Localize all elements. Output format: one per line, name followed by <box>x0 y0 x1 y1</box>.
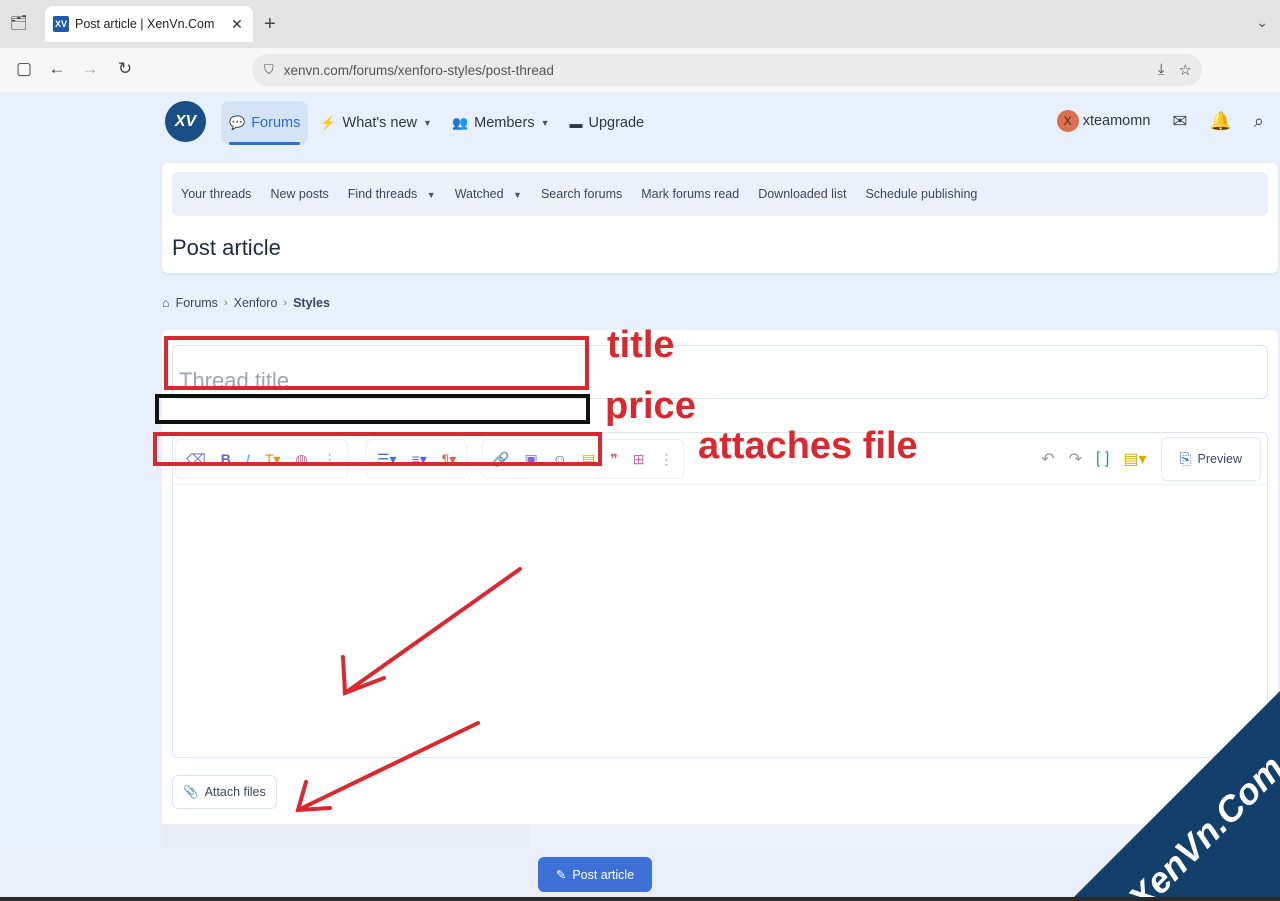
nav-forums[interactable]: 💬 Forums <box>221 101 309 145</box>
preview-button[interactable]: ⎘ Preview <box>1160 437 1261 481</box>
preview-icon: ⎘ <box>1179 450 1192 468</box>
breadcrumb: ⌂ Forums › Xenforo › Styles <box>162 296 330 310</box>
attach-files-button[interactable]: 📎 Attach files <box>172 775 277 809</box>
nav-forums-label: Forums <box>251 115 301 131</box>
quote-icon[interactable]: ❞ <box>610 451 618 468</box>
subnav-find-threads[interactable]: Find threads ▼ <box>348 187 436 201</box>
nav-upgrade-label: Upgrade <box>588 115 645 131</box>
edit-icon: ✎ <box>555 868 567 882</box>
split-view-icon[interactable]: ▢ <box>14 59 34 79</box>
chevron-down-icon[interactable]: ▼ <box>427 190 436 200</box>
annotation-attach-label: attaches file <box>698 425 918 467</box>
bell-icon[interactable]: 🔔 <box>1209 111 1231 132</box>
address-bar[interactable]: ⛉ xenvn.com/forums/xenforo-styles/post-t… <box>252 54 1202 86</box>
annotation-title-box <box>164 336 589 390</box>
subnav-find-threads-label: Find threads <box>347 187 418 201</box>
tab-title: Post article | XenVn.Com <box>75 17 215 31</box>
subnav-new-posts[interactable]: New posts <box>270 187 328 201</box>
table-icon[interactable]: ⊞ <box>633 451 645 468</box>
subnav-schedule[interactable]: Schedule publishing <box>865 187 977 201</box>
lightning-icon: ⚡ <box>320 115 337 130</box>
url-text: xenvn.com/forums/xenforo-styles/post-thr… <box>283 62 554 78</box>
editor-right-tools: ↶ ↷ [ ] ▤▾ ⎘ Preview <box>1041 437 1261 481</box>
chevron-right-icon: › <box>223 297 228 309</box>
user-area: X xteamomn ✉ 🔔 ⌕ <box>1056 110 1264 132</box>
home-icon[interactable]: ⌂ <box>162 296 170 310</box>
preview-label: Preview <box>1197 452 1242 466</box>
close-icon[interactable]: ✕ <box>229 16 245 33</box>
subnav-watched[interactable]: Watched ▼ <box>455 187 522 201</box>
post-article-label: Post article <box>572 867 635 882</box>
nav-members[interactable]: 👥 Members ▼ <box>444 101 558 145</box>
drafts-icon[interactable]: ▤▾ <box>1123 449 1146 469</box>
download-icon[interactable]: ⤓ <box>1158 61 1165 79</box>
more-icon[interactable]: ⋮ <box>659 451 673 468</box>
chevron-down-icon[interactable]: ⌄ <box>1256 14 1268 31</box>
browser-tab[interactable]: XV Post article | XenVn.Com ✕ <box>45 6 253 42</box>
redo-icon[interactable]: ↷ <box>1069 449 1082 469</box>
annotation-title-label: title <box>607 324 675 366</box>
bookmark-star-icon[interactable]: ☆ <box>1179 61 1192 79</box>
attach-files-label: Attach files <box>204 785 266 799</box>
subnav-your-threads[interactable]: Your threads <box>181 187 251 201</box>
inbox-icon[interactable]: ✉ <box>1172 111 1187 132</box>
forums-icon: 💬 <box>229 115 246 130</box>
annotation-price-box <box>155 394 590 424</box>
annotation-price-label: price <box>605 385 696 427</box>
chevron-down-icon[interactable]: ▼ <box>513 190 522 200</box>
back-icon[interactable]: ← <box>47 59 67 79</box>
subnav: Your threads New posts Find threads ▼ Wa… <box>172 172 1268 216</box>
browser-tab-bar: 🗂 XV Post article | XenVn.Com ✕ + ⌄ <box>0 0 1280 48</box>
subnav-downloaded[interactable]: Downloaded list <box>758 187 846 201</box>
breadcrumb-styles[interactable]: Styles <box>293 296 330 310</box>
annotation-attach-box <box>153 432 602 466</box>
nav-members-label: Members <box>474 115 535 131</box>
user-menu[interactable]: X xteamomn <box>1056 110 1151 132</box>
forward-icon[interactable]: → <box>80 59 100 79</box>
subnav-watched-label: Watched <box>454 187 504 201</box>
search-icon[interactable]: ⌕ <box>1254 111 1264 132</box>
chevron-down-icon[interactable]: ▼ <box>423 118 432 128</box>
post-article-button[interactable]: ✎ Post article <box>538 857 652 892</box>
members-icon: 👥 <box>451 115 469 130</box>
browser-toolbar: ▢ ← → ↻ ⛉ xenvn.com/forums/xenforo-style… <box>0 48 1280 92</box>
chevron-down-icon[interactable]: ▼ <box>541 118 550 128</box>
subnav-search-forums[interactable]: Search forums <box>541 187 622 201</box>
page-title: Post article <box>172 235 281 260</box>
avatar: X <box>1056 110 1079 132</box>
tab-list-icon[interactable]: 🗂 <box>10 14 28 32</box>
site-logo[interactable]: XV <box>165 101 206 142</box>
breadcrumb-xenforo[interactable]: Xenforo <box>234 296 278 310</box>
card-icon: ▬ <box>569 115 583 131</box>
undo-icon[interactable]: ↶ <box>1041 449 1054 469</box>
nav-upgrade[interactable]: ▬ Upgrade <box>562 101 653 145</box>
breadcrumb-forums[interactable]: Forums <box>176 296 218 310</box>
username: xteamomn <box>1082 113 1151 129</box>
main-nav: 💬 Forums ⚡ What's new ▼ 👥 Members ▼ ▬ Up… <box>221 101 652 145</box>
nav-whats-new[interactable]: ⚡ What's new ▼ <box>312 101 440 145</box>
chevron-right-icon: › <box>283 297 288 309</box>
subnav-panel: Your threads New posts Find threads ▼ Wa… <box>162 163 1278 273</box>
new-tab-icon[interactable]: + <box>264 13 276 36</box>
favicon-icon: XV <box>53 16 69 32</box>
site-header: XV 💬 Forums ⚡ What's new ▼ 👥 Members ▼ ▬… <box>0 92 1280 160</box>
nav-whats-new-label: What's new <box>342 115 418 131</box>
bbcode-icon[interactable]: [ ] <box>1096 450 1109 468</box>
paperclip-icon: 📎 <box>183 784 199 799</box>
subnav-mark-read[interactable]: Mark forums read <box>641 187 739 201</box>
reload-icon[interactable]: ↻ <box>115 59 135 79</box>
site-info-icon[interactable]: ⛉ <box>264 62 274 78</box>
bottom-bar <box>0 897 1280 901</box>
